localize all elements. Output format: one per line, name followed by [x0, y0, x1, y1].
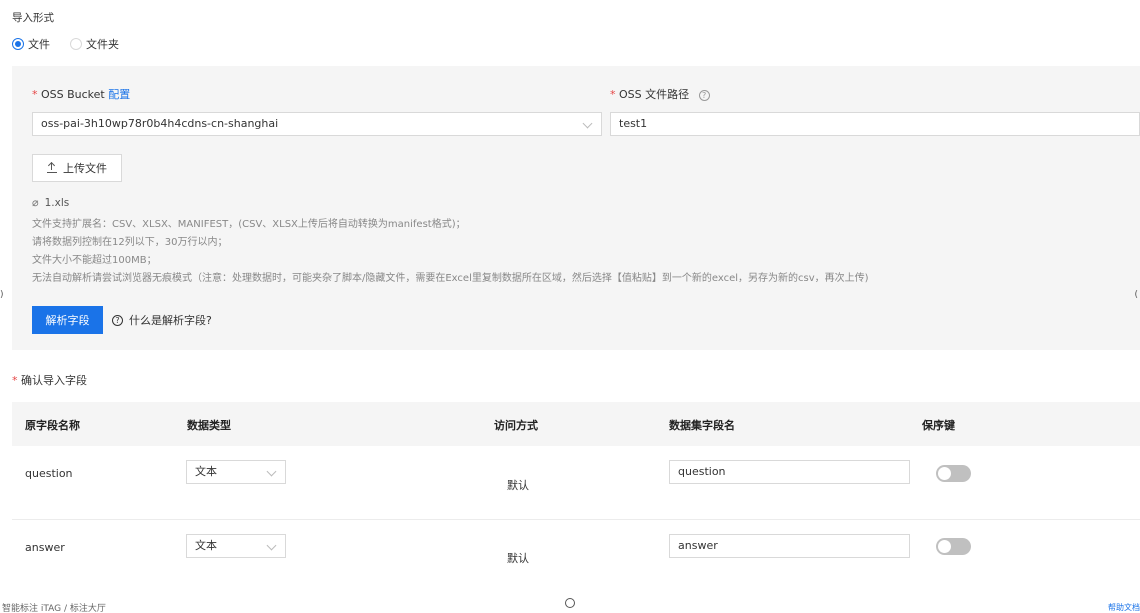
confirm-fields-label: * 确认导入字段 [12, 374, 87, 387]
access-mode: 默认 [507, 479, 529, 492]
paperclip-icon: ⌀ [32, 196, 39, 209]
parse-fields-button[interactable]: 解析字段 [32, 306, 103, 334]
dataset-field-input[interactable]: question [669, 460, 910, 484]
oss-path-input[interactable]: test1 [610, 112, 1140, 136]
chevron-down-icon [266, 540, 277, 551]
col-access-mode: 访问方式 [494, 419, 538, 432]
chevron-down-icon [266, 466, 277, 477]
breadcrumb[interactable]: 智能标注 iTAG / 标注大厅 [2, 601, 106, 613]
oss-bucket-select[interactable]: oss-pai-3h10wp78r0b4h4cdns-cn-shanghai [32, 112, 602, 136]
col-dataset-field: 数据集字段名 [669, 419, 735, 432]
what-is-parse-link[interactable]: ? 什么是解析字段? [112, 312, 212, 328]
import-config-panel: * OSS Bucket 配置 oss-pai-3h10wp78r0b4h4cd… [12, 66, 1140, 350]
data-type-select[interactable]: 文本 [186, 460, 286, 484]
center-circle-icon [565, 598, 575, 608]
order-key-toggle[interactable] [936, 465, 971, 482]
order-key-toggle[interactable] [936, 538, 971, 555]
left-edge-handle-icon: ) [0, 290, 4, 300]
access-mode: 默认 [507, 552, 529, 565]
table-header: 原字段名称 数据类型 访问方式 数据集字段名 保序键 [12, 402, 1140, 446]
data-type-select[interactable]: 文本 [186, 534, 286, 558]
oss-path-label: * OSS 文件路径 ? [610, 86, 710, 102]
row-divider [12, 519, 1140, 520]
import-mode-radio-group: 文件 文件夹 [12, 36, 135, 52]
help-docs-link[interactable]: 帮助文档 [1108, 602, 1140, 613]
radio-folder[interactable] [70, 38, 82, 50]
hint-parse-failure: 无法自动解析请尝试浏览器无痕模式（注意：处理数据时，可能夹杂了脚本/隐藏文件，需… [32, 273, 869, 284]
oss-bucket-label: * OSS Bucket 配置 [32, 88, 131, 101]
footer-bar: 智能标注 iTAG / 标注大厅 帮助文档 [0, 598, 1140, 613]
upload-icon [47, 163, 57, 173]
source-field-name: answer [25, 541, 65, 554]
right-edge-handle-icon: ( [1134, 290, 1138, 300]
upload-file-button[interactable]: 上传文件 [32, 154, 122, 182]
config-link[interactable]: 配置 [108, 88, 130, 101]
radio-folder-label[interactable]: 文件夹 [86, 36, 119, 52]
question-circle-icon: ? [112, 314, 123, 326]
chevron-down-icon [582, 118, 593, 129]
uploaded-file[interactable]: ⌀ 1.xls [32, 196, 69, 209]
dataset-field-input[interactable]: answer [669, 534, 910, 558]
radio-file[interactable] [12, 38, 24, 50]
source-field-name: question [25, 467, 73, 480]
import-mode-label: 导入形式 [12, 12, 54, 24]
col-source-name: 原字段名称 [25, 419, 80, 432]
hint-extensions: 文件支持扩展名：CSV、XLSX、MANIFEST，(CSV、XLSX上传后将自… [32, 219, 466, 230]
question-circle-icon[interactable]: ? [698, 89, 710, 101]
hint-size: 文件大小不能超过100MB； [32, 255, 157, 266]
radio-file-label[interactable]: 文件 [28, 36, 50, 52]
hint-columns: 请将数据列控制在12列以下，30万行以内； [32, 237, 228, 248]
col-data-type: 数据类型 [187, 419, 231, 432]
col-order-key: 保序键 [922, 419, 955, 432]
